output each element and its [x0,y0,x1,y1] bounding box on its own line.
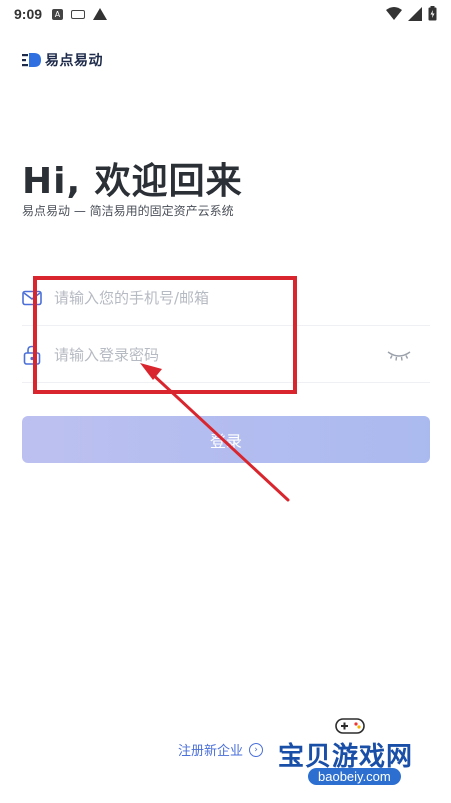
status-bar: 9:09 A [0,0,451,28]
battery-icon [428,6,437,21]
watermark-text: 宝贝游戏网 [278,742,414,772]
status-notification-icons: A [52,8,108,20]
login-button[interactable]: 登录 [22,416,430,463]
brand-logo: 易点易动 [22,50,103,70]
phone-email-input[interactable] [54,288,430,307]
site-watermark: 宝贝游戏网 baobeiy.com [272,712,447,797]
chevron-right-icon: › [249,742,264,757]
status-system-icons [386,6,437,21]
page-title: Hi, 欢迎回来 [22,161,243,202]
eye-closed-icon[interactable] [386,348,412,362]
logo-mark-icon [22,53,41,67]
wifi-icon [386,6,402,20]
status-time: 9:09 [14,6,43,22]
keyboard-icon [71,9,86,19]
phone-email-field [22,270,430,326]
warning-icon [93,8,108,20]
register-label: 注册新企业 [178,744,244,759]
password-field [22,327,430,383]
register-company-link[interactable]: 注册新企业 › [178,740,264,759]
annotation-arrow-icon [140,363,290,502]
gamepad-icon [335,718,365,734]
password-input[interactable] [54,345,386,364]
lock-icon [22,345,42,365]
signal-icon [408,6,422,21]
mail-icon [22,288,42,308]
notification-a-icon: A [52,8,64,20]
page-subtitle: 易点易动 — 简洁易用的固定资产云系统 [22,204,234,218]
watermark-url: baobeiy.com [308,768,401,785]
logo-text: 易点易动 [45,53,103,69]
